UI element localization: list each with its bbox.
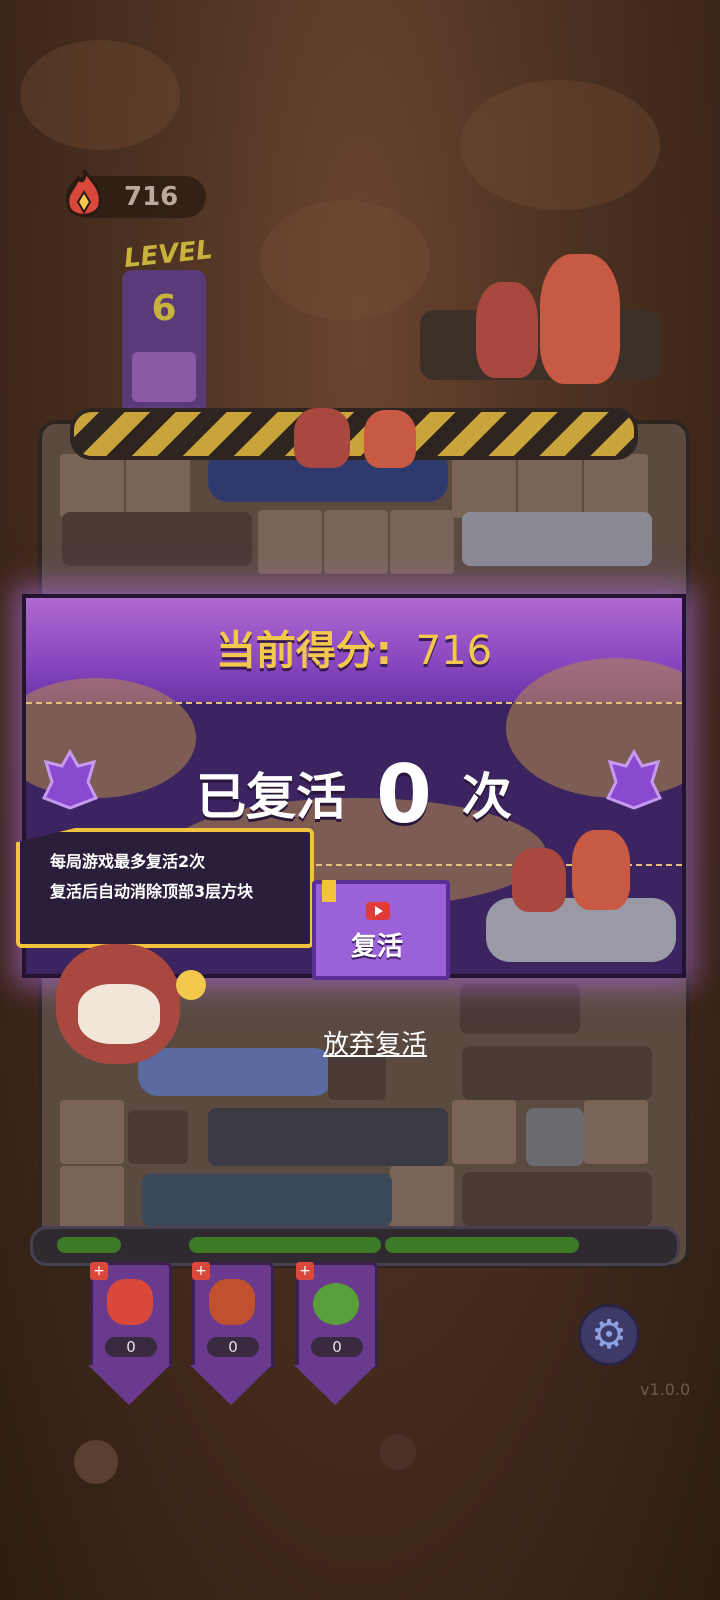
- score-value: 716: [124, 182, 179, 212]
- tool-card-tip: [190, 1365, 272, 1405]
- tool-card-tip: [294, 1365, 376, 1405]
- machine-block[interactable]: [208, 1108, 448, 1166]
- board-cell: [60, 1166, 124, 1230]
- character-fox-girl: [540, 254, 620, 384]
- background-decoration: [74, 1440, 118, 1484]
- progress-segment: [385, 1237, 579, 1253]
- log-block[interactable]: [460, 984, 580, 1034]
- revived-count: 0: [376, 748, 432, 841]
- revive-button-label: 复活: [350, 932, 403, 962]
- background-decoration: [380, 1434, 416, 1470]
- tool-count: 0: [105, 1337, 157, 1357]
- progress-segment: [57, 1237, 121, 1253]
- board-cell: [60, 1100, 124, 1164]
- safe-block[interactable]: [526, 1108, 584, 1166]
- progress-segment: [189, 1237, 381, 1253]
- revived-suffix: 次: [461, 768, 512, 826]
- background-decoration: [260, 200, 430, 320]
- tool-card-slime[interactable]: + 0: [296, 1262, 378, 1368]
- board-cell: [518, 454, 582, 518]
- tool-count: 0: [311, 1337, 363, 1357]
- character-fox-girl: [572, 830, 630, 910]
- board-cell: [584, 1100, 648, 1164]
- settings-gear-icon[interactable]: ⚙: [578, 1304, 640, 1366]
- current-score-value: 716: [415, 628, 493, 674]
- fire-tool-icon: [107, 1279, 153, 1325]
- danger-line: [70, 408, 638, 460]
- mascot-face: [78, 984, 160, 1044]
- board-cell: [258, 510, 322, 574]
- revived-prefix: 已复活: [196, 768, 347, 826]
- character-on-board: [364, 410, 416, 468]
- log-block[interactable]: [62, 512, 252, 566]
- tool-card-tip: [88, 1365, 170, 1405]
- character-brown-hair: [476, 282, 538, 378]
- add-tool-icon[interactable]: +: [296, 1262, 314, 1280]
- board-cell: [390, 510, 454, 574]
- tool-card-bear[interactable]: + 0: [192, 1262, 274, 1368]
- current-score-label: 当前得分:: [215, 628, 392, 674]
- background-decoration: [460, 80, 660, 210]
- add-tool-icon[interactable]: +: [192, 1262, 210, 1280]
- tooltip-line: 复活后自动消除顶部3层方块: [50, 882, 254, 901]
- version-label: v1.0.0: [640, 1380, 691, 1399]
- log-block[interactable]: [462, 1046, 652, 1100]
- board-cell: [126, 454, 190, 518]
- background-decoration: [20, 40, 180, 150]
- board-cell: [324, 510, 388, 574]
- board-cell: [584, 454, 648, 518]
- add-tool-icon[interactable]: +: [90, 1262, 108, 1280]
- level-number: 6: [151, 288, 177, 329]
- bookmark-tag: [322, 880, 336, 902]
- bear-tool-icon: [209, 1279, 255, 1325]
- fence-block[interactable]: [142, 1174, 392, 1226]
- give-up-revive-link[interactable]: 放弃复活: [300, 1024, 450, 1061]
- log-block[interactable]: [462, 1172, 652, 1226]
- character-brown-hair: [512, 848, 566, 912]
- tooltip-line: 每局游戏最多复活2次: [50, 852, 206, 871]
- stump-block[interactable]: [128, 1110, 188, 1164]
- magic-wand-icon: [176, 970, 206, 1000]
- character-on-board: [294, 408, 350, 468]
- revive-button[interactable]: 复活: [312, 880, 450, 980]
- slime-tool-icon: [313, 1283, 359, 1325]
- progress-bar: [30, 1226, 680, 1266]
- revive-count-text: 已复活 0 次: [26, 748, 682, 841]
- divider: [26, 702, 682, 704]
- tool-count: 0: [207, 1337, 259, 1357]
- revive-info-tooltip: 每局游戏最多复活2次 复活后自动消除顶部3层方块: [16, 828, 314, 948]
- board-cell: [60, 454, 124, 518]
- flame-icon: [66, 169, 102, 217]
- video-ad-icon: [366, 902, 390, 920]
- board-cell: [452, 1100, 516, 1164]
- rock-block[interactable]: [462, 512, 652, 566]
- board-cell: [452, 454, 516, 518]
- current-score: 当前得分: 716: [26, 618, 682, 676]
- board-cell: [390, 1166, 454, 1230]
- level-slot: [132, 352, 196, 402]
- tool-card-fire[interactable]: + 0: [90, 1262, 172, 1368]
